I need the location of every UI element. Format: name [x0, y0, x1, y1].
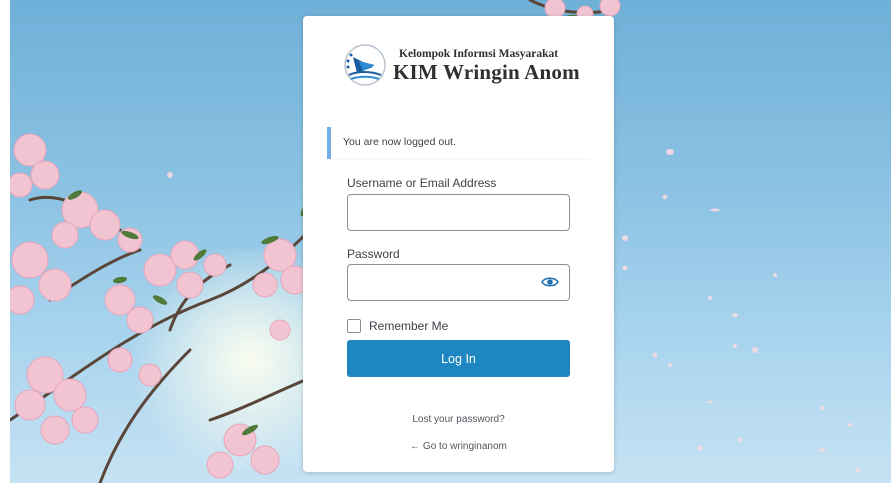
site-logo[interactable]: Kelompok Informsi Masyarakat KIM Wringin… — [343, 42, 583, 88]
logo-title: KIM Wringin Anom — [393, 59, 580, 84]
password-input[interactable] — [347, 264, 570, 301]
remember-label[interactable]: Remember Me — [369, 319, 448, 333]
logout-notice: You are now logged out. — [327, 127, 592, 159]
kim-logo-icon — [344, 44, 386, 86]
password-label: Password — [347, 247, 400, 261]
lost-password-link[interactable]: Lost your password? — [303, 414, 614, 425]
logo-subtitle: Kelompok Informsi Masyarakat — [399, 47, 559, 60]
remember-me[interactable]: Remember Me — [347, 319, 448, 333]
login-button[interactable]: Log In — [347, 340, 570, 377]
remember-checkbox[interactable] — [347, 319, 361, 333]
username-label: Username or Email Address — [347, 176, 497, 190]
username-input[interactable] — [347, 194, 570, 231]
eye-icon[interactable] — [541, 275, 559, 289]
back-to-site-link[interactable]: ← Go to wringinanom — [303, 441, 614, 452]
login-card: Kelompok Informsi Masyarakat KIM Wringin… — [303, 16, 614, 472]
